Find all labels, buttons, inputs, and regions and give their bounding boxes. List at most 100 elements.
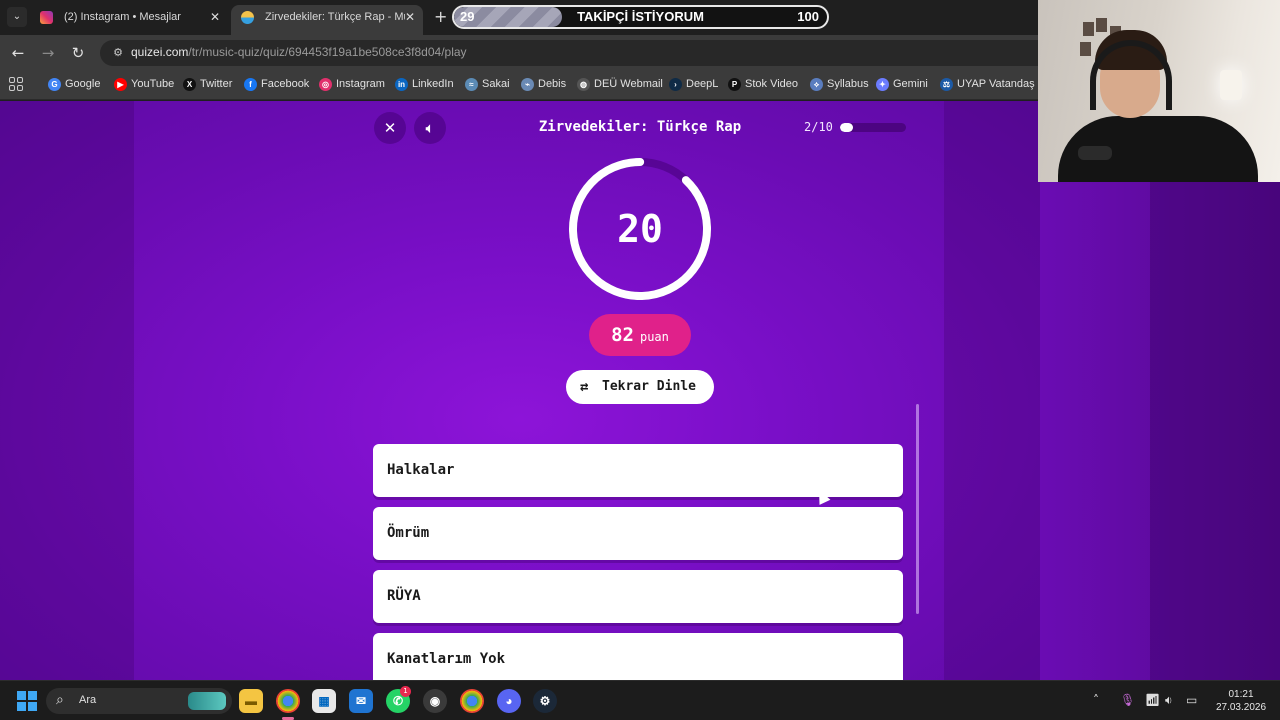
countdown-seconds: 20 (617, 207, 663, 251)
wall-photo (1083, 22, 1094, 36)
page-scrollbar[interactable] (916, 404, 919, 614)
bookmark-label: Debis (538, 78, 567, 90)
bookmark-gemini[interactable]: ✦ Gemini (876, 76, 928, 94)
linkedin-icon: in (395, 78, 408, 91)
close-quiz-button[interactable]: ✕ (374, 112, 406, 144)
follower-goal-label: TAKİPÇİ İSTİYORUM (577, 9, 704, 24)
tab-close-icon[interactable]: ✕ (405, 5, 415, 29)
score-value: 82 (611, 324, 634, 346)
bookmark-label: Syllabus (827, 78, 869, 90)
lamp (1220, 70, 1242, 100)
question-progress-fill (840, 123, 854, 132)
taskbar-clock[interactable]: 01:21 27.03.2026 (1206, 688, 1276, 714)
follower-goal-overlay: 29 TAKİPÇİ İSTİYORUM 100 (452, 5, 829, 29)
replay-button[interactable]: ⇄ Tekrar Dinle (566, 370, 714, 404)
clock-time: 01:21 (1228, 689, 1254, 700)
quiz-page: ✕ 🔈︎ Zirvedekiler: Türkçe Rap 2/10 20 82… (0, 101, 1040, 680)
answer-option-4[interactable]: Kanatlarım Yok (373, 633, 903, 680)
page-side-right (944, 101, 1040, 680)
close-icon: ✕ (383, 119, 397, 137)
question-progress-bar (840, 123, 906, 132)
chrome-icon[interactable] (276, 689, 300, 713)
apps-grid-icon[interactable] (9, 77, 23, 91)
bookmark-label: Stok Video (745, 78, 799, 90)
site-info-tune-icon[interactable]: ⚙ (110, 45, 126, 61)
wifi-icon[interactable]: 📶︎ (1145, 693, 1160, 707)
bookmark-deü-webmail[interactable]: ◍ DEÜ Webmail (577, 76, 663, 94)
tab-instagram[interactable]: (2) Instagram • Mesajlar ✕ (30, 5, 228, 35)
address-bar[interactable]: ⚙ quizei.com/tr/music-quiz/quiz/694453f1… (100, 40, 1040, 66)
bookmark-facebook[interactable]: f Facebook (244, 76, 309, 94)
bookmark-twitter[interactable]: X Twitter (183, 76, 232, 94)
bookmark-linkedin[interactable]: in LinkedIn (395, 76, 454, 94)
whatsapp-badge: 1 (400, 686, 411, 697)
tab-search-chevron-icon[interactable]: ⌄ (7, 7, 27, 27)
tab-title: (2) Instagram • Mesajlar (64, 11, 181, 23)
back-arrow-icon[interactable]: ← (8, 43, 28, 63)
bookmark-instagram[interactable]: ◎ Instagram (319, 76, 385, 94)
bookmark-deepl[interactable]: › DeepL (669, 76, 718, 94)
chrome-profile-icon[interactable] (460, 689, 484, 713)
quizei-favicon-icon (241, 11, 254, 24)
replay-label: Tekrar Dinle (602, 379, 696, 394)
volume-button[interactable]: 🔈︎ (414, 112, 446, 144)
bookmark-stok-video[interactable]: P Stok Video (728, 76, 798, 94)
bookmark-label: DEÜ Webmail (594, 78, 663, 90)
bookmark-label: Gemini (893, 78, 928, 90)
bookmark-label: UYAP Vatandaş (957, 78, 1035, 90)
wall-photo (1080, 42, 1091, 56)
google-icon: G (48, 78, 61, 91)
clock-date: 27.03.2026 (1215, 702, 1267, 713)
tab-quiz-active[interactable]: Zirvedekiler: Türkçe Rap - Music Quiz ✕ (231, 5, 423, 35)
webcam-feed (1038, 0, 1280, 182)
facebook-icon: f (244, 78, 257, 91)
bookmark-label: LinkedIn (412, 78, 454, 90)
instagram-icon: ◎ (319, 78, 332, 91)
url-path: /tr/music-quiz/quiz/694453f19a1be508ce3f… (188, 45, 467, 59)
uyap-vatanda--icon: ⚖ (940, 78, 953, 91)
bookmark-uyap-vatandaş[interactable]: ⚖ UYAP Vatandaş (940, 76, 1035, 94)
windows-start-icon[interactable] (17, 691, 37, 711)
bookmark-google[interactable]: G Google (48, 76, 100, 94)
steam-icon[interactable]: ⚙ (533, 689, 557, 713)
speaker-icon: 🔈︎ (425, 119, 435, 137)
address-url[interactable]: quizei.com/tr/music-quiz/quiz/694453f19a… (131, 45, 467, 59)
follower-goal-target: 100 (797, 9, 819, 24)
search-icon: ⌕ (56, 692, 64, 708)
bookmark-label: Facebook (261, 78, 310, 90)
page-side-left (0, 101, 134, 680)
gemini-icon: ✦ (876, 78, 889, 91)
bookmark-debis[interactable]: ⌁ Debis (521, 76, 566, 94)
bookmark-youtube[interactable]: ▶ YouTube (114, 76, 174, 94)
wall-photo (1096, 18, 1107, 32)
bookmark-syllabus[interactable]: ⟡ Syllabus (810, 76, 869, 94)
bookmark-label: Google (65, 78, 101, 90)
reload-icon[interactable]: ↻ (68, 43, 88, 63)
file-explorer-icon[interactable]: ▬ (239, 689, 263, 713)
tray-chevron-up-icon[interactable]: ˄ (1093, 693, 1099, 707)
volume-icon[interactable]: 🔉︎ (1165, 693, 1173, 708)
bookmark-sakai[interactable]: ≈ Sakai (465, 76, 510, 94)
tab-close-icon[interactable]: ✕ (210, 5, 220, 29)
page-right-edge (1040, 180, 1280, 680)
microsoft-store-icon[interactable]: ▦ (312, 689, 336, 713)
answer-option-3[interactable]: RÜYA (373, 570, 903, 623)
answer-option-2[interactable]: Ömrüm (373, 507, 903, 560)
bookmark-label: Twitter (200, 78, 233, 90)
taskbar-search[interactable]: ⌕ Ara (46, 688, 232, 714)
new-tab-plus-icon[interactable]: + (434, 8, 447, 26)
de-webmail-icon: ◍ (577, 78, 590, 91)
microphone-icon[interactable]: 🎙︎ (1120, 693, 1135, 707)
search-highlight-art (188, 692, 226, 710)
bookmark-label: YouTube (131, 78, 175, 90)
obs-icon[interactable]: ◉ (423, 689, 447, 713)
bookmark-label: Sakai (482, 78, 510, 90)
score-badge: 82 puan (589, 314, 691, 356)
score-unit: puan (639, 330, 669, 344)
deepl-icon: › (669, 78, 682, 91)
forward-arrow-icon[interactable]: → (38, 43, 58, 63)
battery-icon[interactable]: ▭ (1186, 693, 1197, 707)
mail-icon[interactable]: ✉ (349, 689, 373, 713)
discord-icon[interactable]: ◕ (497, 689, 521, 713)
sakai-icon: ≈ (465, 78, 478, 91)
